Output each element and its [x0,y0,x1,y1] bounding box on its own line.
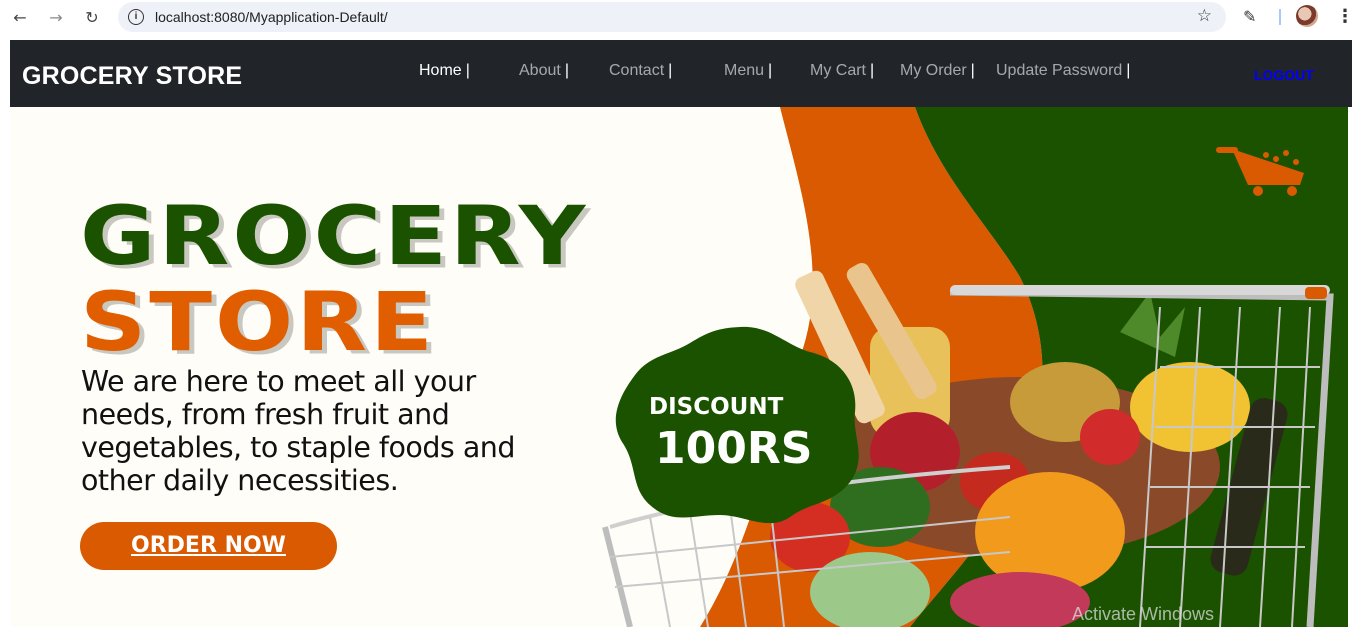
nav-separator: | [465,62,470,79]
hero-banner: GROCERY STORE We are here to meet all yo… [10,107,1348,627]
back-arrow-icon[interactable]: ← [9,6,31,28]
discount-amount: 100RS [655,423,813,474]
forward-arrow-icon[interactable]: → [45,6,67,28]
nav-about-label: About [519,62,561,79]
nav-menu[interactable]: Menu | [724,62,772,80]
site-info-icon[interactable]: i [128,9,144,25]
extensions-icon[interactable]: ✎ [1243,7,1261,26]
nav-my-cart-label: My Cart [810,62,866,79]
brand-logo[interactable]: GROCERY STORE [22,62,242,91]
nav-separator: | [1126,62,1131,79]
nav-my-order[interactable]: My Order | [900,62,975,80]
nav-about[interactable]: About | [519,62,569,80]
activate-windows-watermark: Activate Windows [1072,604,1215,624]
hero-title-line2: STORE [80,275,436,370]
nav-separator: | [768,62,773,79]
nav-contact-label: Contact [609,62,665,79]
nav-separator: | [668,62,673,79]
more-menu-icon[interactable]: ⋮ [1336,6,1354,27]
logout-link[interactable]: LOGOUT [1254,67,1314,83]
hero-tagline: We are here to meet all your needs, from… [81,365,515,497]
nav-separator: | [564,62,569,79]
nav-separator: | [970,62,975,79]
toolbar-divider [1279,9,1281,25]
site-navbar: GROCERY STORE Home | About | Contact | Menu… [10,40,1352,107]
bookmark-star-icon[interactable]: ☆ [1197,6,1212,26]
nav-contact[interactable]: Contact | [609,62,672,80]
nav-separator: | [870,62,875,79]
order-now-button[interactable]: ORDER NOW [80,522,337,570]
profile-avatar[interactable] [1296,5,1318,27]
url-text[interactable]: localhost:8080/Myapplication-Default/ [155,9,388,25]
nav-menu-label: Menu [724,62,765,79]
nav-update-password-label: Update Password [996,62,1123,79]
nav-home-label: Home [419,62,462,79]
browser-toolbar: ← → ↻ i localhost:8080/Myapplication-Def… [0,0,1364,34]
address-bar[interactable]: i localhost:8080/Myapplication-Default/ … [118,2,1226,32]
nav-home[interactable]: Home | [419,62,470,80]
hero-title-line1: GROCERY [80,189,589,284]
nav-my-cart[interactable]: My Cart | [810,62,874,80]
reload-icon[interactable]: ↻ [81,6,103,28]
nav-my-order-label: My Order [900,62,967,79]
discount-label: DISCOUNT [649,394,784,420]
nav-update-password[interactable]: Update Password | [996,62,1130,80]
